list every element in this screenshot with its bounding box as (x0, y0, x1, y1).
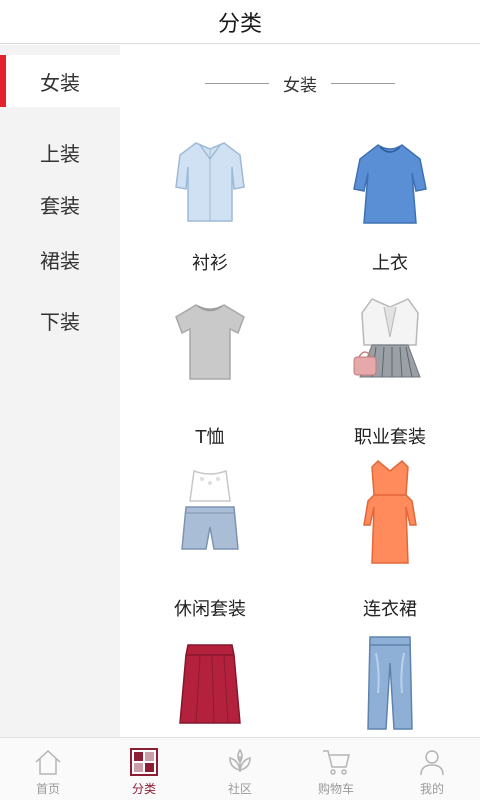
tab-cart[interactable]: 购物车 (288, 738, 384, 800)
shirt-image (175, 142, 245, 222)
category-icon (130, 748, 158, 776)
sidebar-item-suits[interactable]: 套装 (0, 182, 120, 226)
product-tile-tshirt[interactable]: T恤 (120, 293, 300, 453)
tab-label: 分类 (131, 782, 156, 796)
sidebar-item-label: 女装 (40, 70, 80, 95)
divider (205, 82, 269, 84)
product-label: 上衣 (372, 253, 408, 274)
product-tile-shirt[interactable]: 衬衫 (120, 133, 300, 283)
product-label: 衬衫 (192, 253, 228, 274)
product-tile-skirt[interactable] (120, 633, 300, 737)
sidebar-item-skirts[interactable]: 裙装 (0, 237, 120, 281)
tab-label: 首页 (35, 782, 60, 796)
page-title: 分类 (217, 11, 262, 37)
profile-icon (420, 750, 444, 776)
tab-label: 购物车 (317, 782, 354, 796)
divider (331, 82, 395, 84)
tab-label: 社区 (227, 782, 252, 796)
home-icon (35, 749, 61, 775)
dress-image (363, 459, 417, 564)
bottom-tab-bar: 首页 分类 社区 购物车 我的 (0, 737, 480, 800)
product-tile-casual-set[interactable]: 休闲套装 (120, 463, 300, 623)
tab-profile[interactable]: 我的 (384, 738, 480, 800)
sidebar-item-women[interactable]: 女装 (0, 55, 120, 107)
product-label: 职业套装 (354, 427, 426, 448)
sidebar-item-label: 上装 (40, 141, 80, 166)
tab-home[interactable]: 首页 (0, 738, 96, 800)
tshirt-image (175, 304, 245, 380)
product-tile-top[interactable]: 上衣 (300, 133, 480, 283)
product-label: T恤 (195, 427, 225, 448)
community-icon (229, 748, 251, 772)
sidebar-item-label: 下装 (40, 309, 80, 334)
top-bar: 分类 (0, 0, 480, 44)
section-header: 女装 (120, 71, 480, 96)
sidebar-item-bottoms[interactable]: 下装 (0, 298, 120, 342)
skirt-image (179, 644, 241, 724)
tab-label: 我的 (419, 782, 444, 796)
casual-set-image (181, 469, 239, 550)
tab-category[interactable]: 分类 (96, 738, 192, 800)
cart-icon (323, 750, 350, 775)
product-label: 休闲套装 (174, 599, 246, 620)
product-tile-dress[interactable]: 连衣裙 (300, 459, 480, 623)
sidebar-item-tops[interactable]: 上装 (0, 130, 120, 174)
tab-community[interactable]: 社区 (192, 738, 288, 800)
sidebar-item-label: 裙装 (40, 248, 80, 273)
jeans-image (367, 636, 413, 730)
sidebar-item-label: 套装 (40, 193, 80, 218)
product-tile-business-suit[interactable]: 职业套装 (300, 293, 480, 453)
category-content: 女装 衬衫 上衣 T恤 职业套装 休闲套装 连衣裙 (120, 45, 480, 737)
product-tile-jeans[interactable] (300, 633, 480, 737)
business-suit-image (353, 298, 421, 378)
blue-top-image (353, 144, 427, 224)
category-sidebar: 女装 上装 套装 裙装 下装 (0, 45, 120, 737)
product-label: 连衣裙 (363, 599, 417, 620)
section-title: 女装 (283, 75, 317, 96)
